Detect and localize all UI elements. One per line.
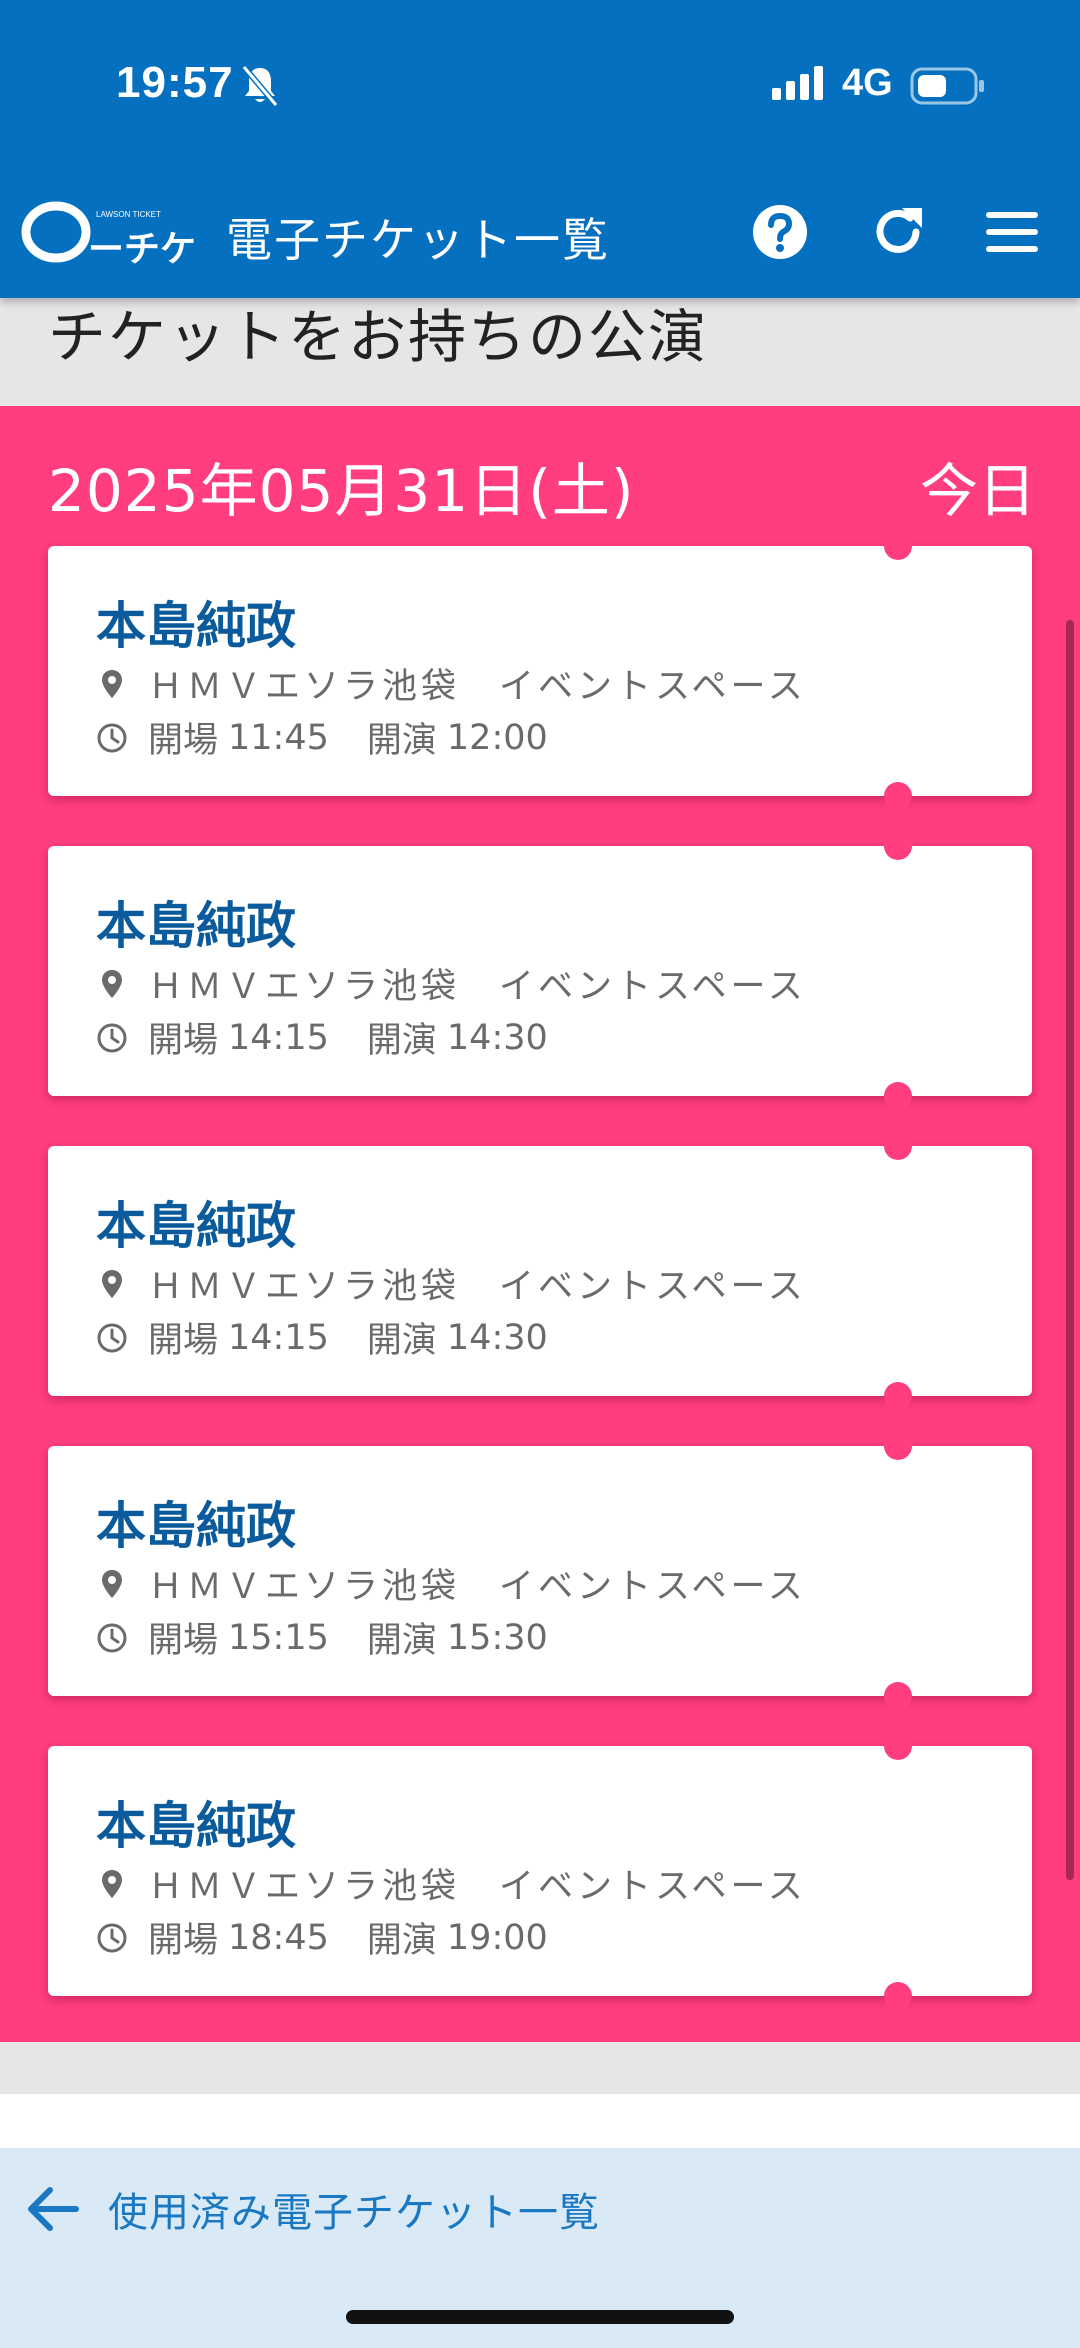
logo-text: ーチケ <box>88 229 197 270</box>
open-label: 開場 <box>148 721 219 761</box>
today-badge: 今日 <box>919 457 1036 525</box>
venue-row: ＨＭＶエソラ池袋 イベントスペース <box>96 1258 807 1309</box>
venue-name: ＨＭＶエソラ池袋 イベントスペース <box>148 967 807 1007</box>
ticket-card[interactable]: 本島純政 ＨＭＶエソラ池袋 イベントスペース 開場 11:45 開演 12:00 <box>48 532 1032 810</box>
ticket-notch <box>884 1432 912 1460</box>
start-label: 開演 <box>366 1921 437 1961</box>
logo-small-text: LAWSON TICKET <box>96 210 161 219</box>
open-label: 開場 <box>148 1321 219 1361</box>
help-icon[interactable] <box>750 202 810 262</box>
open-time: 15:15 <box>228 1617 329 1658</box>
start-label: 開演 <box>366 1321 437 1361</box>
open-label: 開場 <box>148 1921 219 1961</box>
performer-name: 本島純政 <box>96 897 296 955</box>
venue-name: ＨＭＶエソラ池袋 イベントスペース <box>148 1567 807 1607</box>
open-time: 14:15 <box>228 1017 329 1058</box>
clock-icon <box>97 1323 127 1352</box>
used-tickets-label: 使用済み電子チケット一覧 <box>108 2190 600 2236</box>
app-header: 19:57 4G LAWSON TICKET ーチケ 電子チケット一覧 <box>0 0 1080 298</box>
signal-icon <box>772 66 823 100</box>
venue-row: ＨＭＶエソラ池袋 イベントスペース <box>96 1558 807 1609</box>
battery-icon <box>910 67 984 105</box>
time-row: 開場 18:45 開演 19:00 <box>96 1912 548 1963</box>
open-label: 開場 <box>148 1621 219 1661</box>
time-row: 開場 11:45 開演 12:00 <box>96 712 548 763</box>
performer-name: 本島純政 <box>96 1197 296 1255</box>
venue-row: ＨＭＶエソラ池袋 イベントスペース <box>96 1858 807 1909</box>
ticket-notch <box>884 532 912 560</box>
ticket-notch <box>884 1682 912 1710</box>
clock-icon <box>97 1023 127 1052</box>
network-type: 4G <box>842 62 893 104</box>
start-label: 開演 <box>366 1621 437 1661</box>
location-pin-icon <box>102 1569 122 1598</box>
ticket-notch <box>884 1732 912 1760</box>
used-tickets-link[interactable]: 使用済み電子チケット一覧 <box>24 2172 644 2246</box>
ticket-notch <box>884 782 912 810</box>
ticket-notch <box>884 832 912 860</box>
start-time: 19:00 <box>446 1917 548 1958</box>
date-group: 2025年05月31日(土) 今日 本島純政 ＨＭＶエソラ池袋 イベントスペース… <box>0 406 1080 2042</box>
start-time: 14:30 <box>446 1317 548 1358</box>
start-label: 開演 <box>366 721 437 761</box>
start-time: 15:30 <box>446 1617 548 1658</box>
venue-row: ＨＭＶエソラ池袋 イベントスペース <box>96 958 807 1009</box>
time-row: 開場 14:15 開演 14:30 <box>96 1312 548 1363</box>
group-date: 2025年05月31日(土) <box>48 457 635 525</box>
open-time: 14:15 <box>228 1317 329 1358</box>
performer-name: 本島純政 <box>96 1797 296 1855</box>
open-label: 開場 <box>148 1021 219 1061</box>
ticket-card[interactable]: 本島純政 ＨＭＶエソラ池袋 イベントスペース 開場 14:15 開演 14:30 <box>48 832 1032 1110</box>
start-time: 14:30 <box>446 1017 548 1058</box>
venue-name: ＨＭＶエソラ池袋 イベントスペース <box>148 1867 807 1907</box>
ticket-notch <box>884 1132 912 1160</box>
ticket-notch <box>884 1982 912 2010</box>
venue-row: ＨＭＶエソラ池袋 イベントスペース <box>96 658 807 709</box>
status-time: 19:57 <box>116 58 234 107</box>
lawson-ticket-logo: LAWSON TICKET ーチケ <box>20 200 196 270</box>
menu-icon[interactable] <box>982 202 1042 262</box>
location-pin-icon <box>102 969 122 998</box>
clock-icon <box>97 723 127 752</box>
ticket-card[interactable]: 本島純政 ＨＭＶエソラ池袋 イベントスペース 開場 18:45 開演 19:00 <box>48 1732 1032 2010</box>
home-indicator[interactable] <box>346 2310 734 2324</box>
scrollbar[interactable] <box>1066 620 1074 1880</box>
ticket-card[interactable]: 本島純政 ＨＭＶエソラ池袋 イベントスペース 開場 14:15 開演 14:30 <box>48 1132 1032 1410</box>
bell-slash-icon <box>241 65 279 107</box>
location-pin-icon <box>102 1869 122 1898</box>
time-row: 開場 14:15 開演 14:30 <box>96 1012 548 1063</box>
time-row: 開場 15:15 開演 15:30 <box>96 1612 548 1663</box>
arrow-left-icon <box>28 2187 79 2231</box>
open-time: 18:45 <box>228 1917 329 1958</box>
location-pin-icon <box>102 669 122 698</box>
venue-name: ＨＭＶエソラ池袋 イベントスペース <box>148 667 807 707</box>
venue-name: ＨＭＶエソラ池袋 イベントスペース <box>148 1267 807 1307</box>
start-label: 開演 <box>366 1021 437 1061</box>
start-time: 12:00 <box>446 717 548 758</box>
section-heading: チケットをお持ちの公演 <box>48 303 709 371</box>
clock-icon <box>97 1623 127 1652</box>
performer-name: 本島純政 <box>96 597 296 655</box>
open-time: 11:45 <box>228 717 329 758</box>
page-title: 電子チケット一覧 <box>226 213 610 267</box>
ticket-notch <box>884 1082 912 1110</box>
performer-name: 本島純政 <box>96 1497 296 1555</box>
location-pin-icon <box>102 1269 122 1298</box>
clock-icon <box>97 1923 127 1952</box>
ticket-card[interactable]: 本島純政 ＨＭＶエソラ池袋 イベントスペース 開場 15:15 開演 15:30 <box>48 1432 1032 1710</box>
refresh-icon[interactable] <box>868 202 928 262</box>
ticket-notch <box>884 1382 912 1410</box>
